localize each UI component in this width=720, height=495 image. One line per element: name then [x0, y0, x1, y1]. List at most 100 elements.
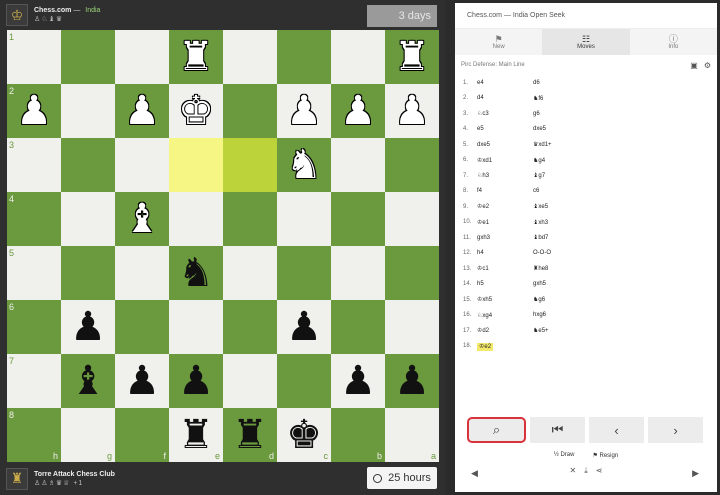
panel-next-arrow[interactable]: ▶ — [692, 468, 699, 479]
black-piece-icon[interactable]: ♚ — [286, 415, 322, 455]
square[interactable] — [115, 30, 169, 84]
black-move[interactable]: ♛xd1+ — [533, 141, 593, 148]
square[interactable]: ♟ — [61, 300, 115, 354]
black-piece-icon[interactable]: ♝ — [70, 361, 106, 401]
square[interactable] — [331, 138, 385, 192]
square[interactable] — [61, 246, 115, 300]
white-piece-icon[interactable]: ♟ — [340, 91, 376, 131]
black-piece-icon[interactable]: ♞ — [178, 253, 214, 293]
square[interactable] — [115, 300, 169, 354]
white-move[interactable]: ♔e1 — [477, 219, 533, 226]
tab-new[interactable]: ⚑ New — [455, 29, 542, 55]
square[interactable]: ♟ — [331, 354, 385, 408]
first-move-button[interactable]: ⏮ — [530, 417, 585, 443]
square[interactable]: g — [61, 408, 115, 462]
resign-button[interactable]: ⚑ Resign — [592, 452, 618, 459]
settings-icon[interactable]: ⚙ — [704, 61, 711, 70]
square[interactable] — [277, 192, 331, 246]
black-move[interactable]: d6 — [533, 80, 593, 86]
black-move[interactable]: ♞g6 — [533, 296, 593, 303]
white-move[interactable]: e5 — [477, 126, 533, 132]
square[interactable] — [223, 192, 277, 246]
square[interactable]: ♟ — [385, 354, 439, 408]
black-piece-icon[interactable]: ♜ — [232, 415, 268, 455]
square[interactable] — [223, 84, 277, 138]
white-move[interactable]: ♘c3 — [477, 110, 533, 117]
black-piece-icon[interactable]: ♜ — [178, 415, 214, 455]
black-move[interactable]: g6 — [533, 111, 593, 117]
download-icon[interactable]: ⤓ — [584, 466, 588, 476]
book-icon[interactable]: ▣ — [690, 61, 698, 70]
square[interactable]: 5 — [7, 246, 61, 300]
tab-moves[interactable]: ☷ Moves — [542, 29, 630, 55]
white-piece-icon[interactable]: ♝ — [124, 199, 160, 239]
square[interactable]: 8h — [7, 408, 61, 462]
white-move[interactable]: ♔e2 — [477, 203, 533, 210]
square[interactable] — [169, 138, 223, 192]
white-move[interactable]: ♘h3 — [477, 172, 533, 179]
square[interactable]: ♟ — [115, 84, 169, 138]
square[interactable] — [169, 192, 223, 246]
square[interactable] — [331, 192, 385, 246]
square[interactable]: ♟ — [115, 354, 169, 408]
square[interactable] — [223, 30, 277, 84]
white-piece-icon[interactable]: ♞ — [286, 145, 322, 185]
white-move[interactable]: ♔e2 — [477, 342, 533, 351]
square[interactable]: ♜ — [385, 30, 439, 84]
black-move[interactable]: ♞g4 — [533, 157, 593, 164]
white-piece-icon[interactable]: ♟ — [124, 91, 160, 131]
square[interactable]: a — [385, 408, 439, 462]
square[interactable]: 2 ♟ — [7, 84, 61, 138]
square[interactable]: ♝ — [115, 192, 169, 246]
square[interactable] — [277, 354, 331, 408]
black-move[interactable]: ♝bd7 — [533, 234, 593, 241]
black-piece-icon[interactable]: ♟ — [394, 361, 430, 401]
draw-button[interactable]: ½ Draw — [554, 452, 575, 459]
square[interactable]: ♝ — [61, 354, 115, 408]
close-icon[interactable]: ✕ — [570, 466, 577, 476]
black-move[interactable]: hxg6 — [533, 312, 593, 318]
black-move[interactable]: ♝xe5 — [533, 203, 593, 210]
top-player-name[interactable]: Chess.com — [34, 7, 71, 14]
square[interactable]: f — [115, 408, 169, 462]
square[interactable] — [61, 138, 115, 192]
square[interactable]: 3 — [7, 138, 61, 192]
square[interactable]: ♟ — [277, 300, 331, 354]
square[interactable] — [385, 138, 439, 192]
square[interactable] — [169, 300, 223, 354]
chessboard[interactable]: 1 ♜ ♜ 2 ♟ ♟ ♚ ♟ ♟ ♟ 3 ♞ 4 ♝ 5 ♞ 6 ♟ ♟ 7 ♝ ♟ ♟ ♟ ♟ 8 h g f e ♜ d ♜ c ♚ b a — [7, 30, 439, 462]
square[interactable] — [61, 192, 115, 246]
square[interactable] — [331, 30, 385, 84]
square[interactable]: ♟ — [277, 84, 331, 138]
black-move[interactable]: gxh5 — [533, 281, 593, 287]
square[interactable] — [385, 300, 439, 354]
black-move[interactable]: ♞f6 — [533, 95, 593, 102]
black-piece-icon[interactable]: ♟ — [70, 307, 106, 347]
black-move[interactable]: O-O-O — [533, 250, 593, 256]
white-move[interactable]: dxe5 — [477, 142, 533, 148]
white-move[interactable]: e4 — [477, 80, 533, 86]
white-move[interactable]: ♔xd1 — [477, 157, 533, 164]
square[interactable] — [331, 300, 385, 354]
black-move[interactable]: ♞e5+ — [533, 327, 593, 334]
share-icon[interactable]: ⋖ — [596, 466, 603, 476]
white-piece-icon[interactable]: ♜ — [178, 37, 214, 77]
square[interactable]: 1 — [7, 30, 61, 84]
square[interactable]: ♜ — [169, 30, 223, 84]
black-piece-icon[interactable]: ♟ — [340, 361, 376, 401]
square[interactable] — [277, 246, 331, 300]
square[interactable]: ♞ — [169, 246, 223, 300]
square[interactable] — [223, 354, 277, 408]
square[interactable] — [61, 30, 115, 84]
bottom-player-name[interactable]: Torre Attack Chess Club — [34, 470, 115, 479]
white-move[interactable]: ♔xh5 — [477, 296, 533, 303]
square[interactable]: e ♜ — [169, 408, 223, 462]
square[interactable] — [331, 246, 385, 300]
white-move[interactable]: d4 — [477, 95, 533, 101]
white-move[interactable]: gxh3 — [477, 235, 533, 241]
square[interactable] — [223, 138, 277, 192]
black-move[interactable]: ♝g7 — [533, 172, 593, 179]
square[interactable] — [115, 138, 169, 192]
square[interactable]: d ♜ — [223, 408, 277, 462]
square[interactable]: 6 — [7, 300, 61, 354]
